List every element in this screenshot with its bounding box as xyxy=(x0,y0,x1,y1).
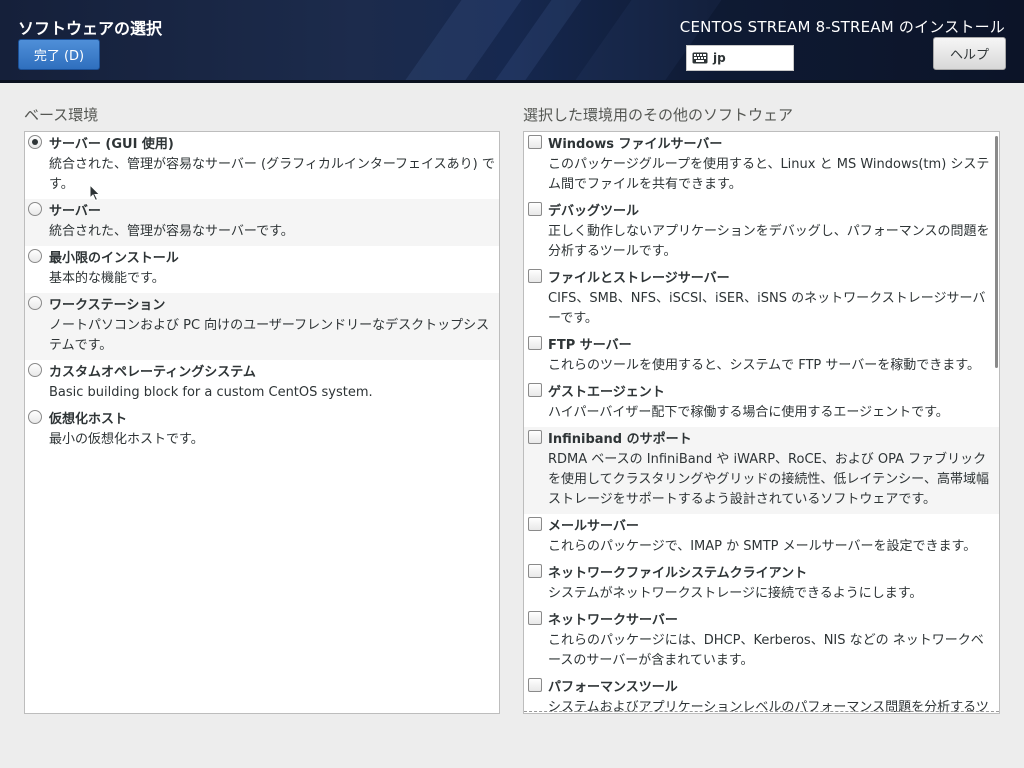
addon-item-desc: 正しく動作しないアプリケーションをデバッグし、パフォーマンスの問題を分析するツー… xyxy=(548,224,990,259)
checkbox[interactable] xyxy=(528,336,542,350)
checkbox[interactable] xyxy=(528,269,542,283)
radio-button[interactable] xyxy=(28,249,42,263)
addon-item[interactable]: ゲストエージェント ハイパーバイザー配下で稼働する場合に使用するエージェントです… xyxy=(524,380,999,427)
base-env-item-desc: 基本的な機能です。 xyxy=(49,271,165,286)
addon-item[interactable]: ファイルとストレージサーバー CIFS、SMB、NFS、iSCSI、iSER、i… xyxy=(524,266,999,333)
base-env-item-name: カスタムオペレーティングシステム xyxy=(49,365,256,380)
addon-item-desc: これらのパッケージで、IMAP か SMTP メールサーバーを設定できます。 xyxy=(548,539,977,554)
base-env-item[interactable]: ワークステーション ノートパソコンおよび PC 向けのユーザーフレンドリーなデス… xyxy=(25,293,499,360)
addon-item-desc: システムがネットワークストレージに接続できるようにします。 xyxy=(548,586,923,601)
addon-item-desc: RDMA ベースの InfiniBand や iWARP、RoCE、および OP… xyxy=(548,452,989,507)
keyboard-icon xyxy=(692,52,708,64)
checkbox[interactable] xyxy=(528,678,542,692)
header-bar: ソフトウェアの選択 完了 (D) CENTOS STREAM 8-STREAM … xyxy=(0,0,1024,83)
base-env-item-desc: 最小の仮想化ホストです。 xyxy=(49,432,204,447)
addon-item[interactable]: デバッグツール 正しく動作しないアプリケーションをデバッグし、パフォーマンスの問… xyxy=(524,199,999,266)
radio-button[interactable] xyxy=(28,296,42,310)
addon-item-name: FTP サーバー xyxy=(548,338,632,353)
addon-item-name: ファイルとストレージサーバー xyxy=(548,271,730,286)
checkbox[interactable] xyxy=(528,564,542,578)
base-env-item-name: 仮想化ホスト xyxy=(49,412,128,427)
base-env-item[interactable]: サーバー 統合された、管理が容易なサーバーです。 xyxy=(25,199,499,246)
base-env-item-name: サーバー xyxy=(49,204,101,219)
checkbox[interactable] xyxy=(528,202,542,216)
addon-item[interactable]: パフォーマンスツール システムおよびアプリケーションレベルのパフォーマンス問題を… xyxy=(524,675,999,713)
checkbox[interactable] xyxy=(528,517,542,531)
radio-button[interactable] xyxy=(28,363,42,377)
addon-item-name: ゲストエージェント xyxy=(548,385,665,400)
radio-button[interactable] xyxy=(28,410,42,424)
addon-item-desc: これらのツールを使用すると、システムで FTP サーバーを稼動できます。 xyxy=(548,358,980,373)
base-env-item-desc: ノートパソコンおよび PC 向けのユーザーフレンドリーなデスクトップシステムです… xyxy=(49,318,490,353)
addon-item-name: パフォーマンスツール xyxy=(548,680,678,695)
addons-title: 選択した環境用のその他のソフトウェア xyxy=(523,106,794,124)
base-env-item[interactable]: カスタムオペレーティングシステム Basic building block fo… xyxy=(25,360,499,407)
keyboard-layout-label: jp xyxy=(713,51,726,65)
addon-item-name: ネットワークサーバー xyxy=(548,613,678,628)
checkbox[interactable] xyxy=(528,430,542,444)
addon-item-desc: これらのパッケージには、DHCP、Kerberos、NIS などの ネットワーク… xyxy=(548,633,984,668)
addon-item-name: Infiniband のサポート xyxy=(548,432,692,447)
scroll-overflow-indicator xyxy=(524,711,999,712)
addon-item-name: デバッグツール xyxy=(548,204,640,219)
spoke-title: ソフトウェアの選択 xyxy=(18,19,163,38)
base-env-item[interactable]: 仮想化ホスト 最小の仮想化ホストです。 xyxy=(25,407,499,454)
checkbox[interactable] xyxy=(528,383,542,397)
addon-item-name: メールサーバー xyxy=(548,519,639,534)
addon-item[interactable]: ネットワークファイルシステムクライアント システムがネットワークストレージに接続… xyxy=(524,561,999,608)
checkbox[interactable] xyxy=(528,611,542,625)
checkbox[interactable] xyxy=(528,135,542,149)
addon-item-name: Windows ファイルサーバー xyxy=(548,137,723,152)
base-env-item-desc: 統合された、管理が容易なサーバーです。 xyxy=(49,224,294,239)
addon-item[interactable]: メールサーバー これらのパッケージで、IMAP か SMTP メールサーバーを設… xyxy=(524,514,999,561)
base-env-item-name: サーバー (GUI 使用) xyxy=(49,137,174,152)
addon-item[interactable]: Windows ファイルサーバー このパッケージグループを使用すると、Linux… xyxy=(524,132,999,199)
base-environment-list: サーバー (GUI 使用) 統合された、管理が容易なサーバー (グラフィカルイン… xyxy=(24,131,500,714)
keyboard-layout-indicator[interactable]: jp xyxy=(686,45,794,71)
base-env-item-name: 最小限のインストール xyxy=(49,251,179,266)
addon-item-desc: ハイパーバイザー配下で稼働する場合に使用するエージェントです。 xyxy=(548,405,949,420)
base-env-item[interactable]: 最小限のインストール 基本的な機能です。 xyxy=(25,246,499,293)
addon-item[interactable]: ネットワークサーバー これらのパッケージには、DHCP、Kerberos、NIS… xyxy=(524,608,999,675)
base-env-item-desc: Basic building block for a custom CentOS… xyxy=(49,385,373,400)
base-env-item-name: ワークステーション xyxy=(49,298,166,313)
base-env-item-desc: 統合された、管理が容易なサーバー (グラフィカルインターフェイスあり) です。 xyxy=(49,157,495,192)
done-button[interactable]: 完了 (D) xyxy=(18,39,100,70)
addon-item-desc: このパッケージグループを使用すると、Linux と MS Windows(tm)… xyxy=(548,157,990,192)
product-title: CENTOS STREAM 8-STREAM のインストール xyxy=(679,18,1005,36)
base-environment-title: ベース環境 xyxy=(24,106,99,124)
mouse-cursor-icon xyxy=(89,184,101,202)
addon-item-desc: CIFS、SMB、NFS、iSCSI、iSER、iSNS のネットワークストレー… xyxy=(548,291,986,326)
radio-button-selected[interactable] xyxy=(28,135,42,149)
addons-list: Windows ファイルサーバー このパッケージグループを使用すると、Linux… xyxy=(523,131,1000,714)
addon-item[interactable]: FTP サーバー これらのツールを使用すると、システムで FTP サーバーを稼動… xyxy=(524,333,999,380)
help-button[interactable]: ヘルプ xyxy=(933,37,1006,70)
addon-item-name: ネットワークファイルシステムクライアント xyxy=(548,566,808,581)
addon-item[interactable]: Infiniband のサポート RDMA ベースの InfiniBand や … xyxy=(524,427,999,514)
radio-button[interactable] xyxy=(28,202,42,216)
